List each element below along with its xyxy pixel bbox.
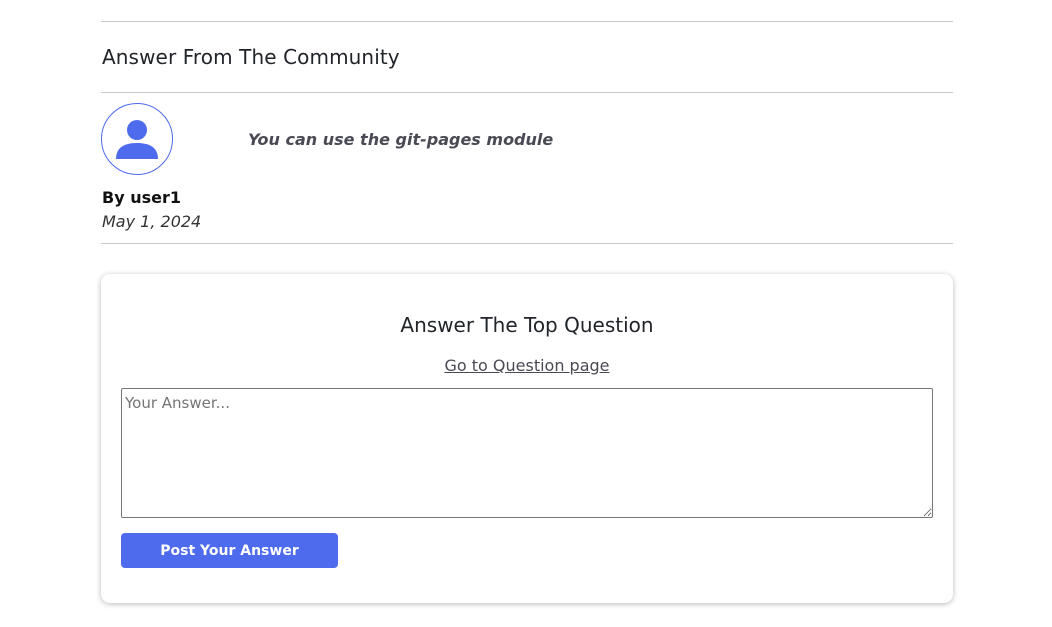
answer-text: You can use the git-pages module — [248, 130, 554, 149]
answer-form-card: Answer The Top Question Go to Question p… — [101, 274, 953, 603]
divider — [101, 243, 953, 244]
user-icon — [116, 120, 158, 159]
answer-author: By user1 — [102, 188, 181, 207]
divider — [101, 21, 953, 22]
section-title: Answer From The Community — [102, 45, 400, 69]
answer-input[interactable] — [121, 388, 933, 518]
question-link-wrapper: Go to Question page — [101, 356, 953, 375]
post-answer-button[interactable]: Post Your Answer — [121, 533, 338, 568]
avatar — [101, 103, 173, 175]
form-title: Answer The Top Question — [400, 313, 654, 337]
go-to-question-link[interactable]: Go to Question page — [444, 356, 609, 375]
divider — [101, 92, 953, 93]
page: Answer From The Community You can use th… — [0, 0, 1052, 627]
answer-date: May 1, 2024 — [102, 212, 202, 231]
